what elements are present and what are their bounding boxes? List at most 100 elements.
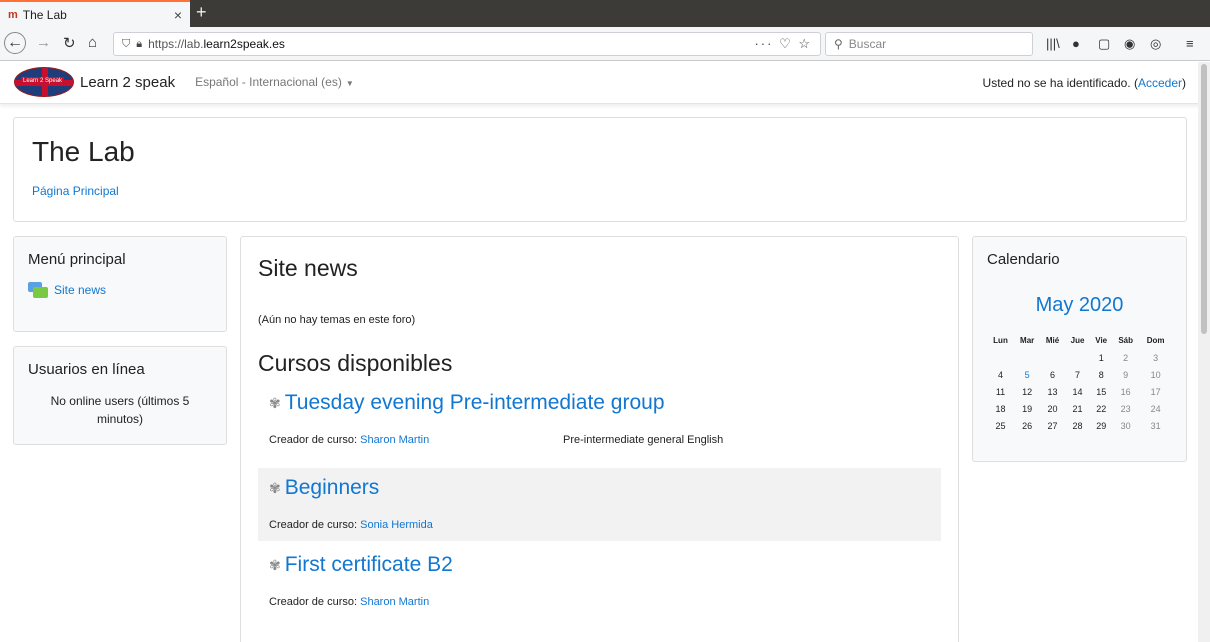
language-selector[interactable]: Español - Internacional (es) ▼ — [195, 75, 354, 89]
site-brand-link[interactable]: Learn 2 speak — [80, 74, 175, 91]
course-title: ✾ First certificate B2 — [269, 553, 930, 577]
search-bar[interactable]: ⚲ Buscar — [825, 32, 1033, 56]
online-users-block: Usuarios en línea No online users (últim… — [13, 346, 227, 445]
calendar-day: 1 — [1098, 352, 1104, 363]
main-menu-block: Menú principal Site news — [13, 236, 227, 332]
calendar-day-header: Mié — [1045, 336, 1060, 345]
login-link[interactable]: Acceder — [1138, 76, 1182, 90]
calendar-day — [987, 349, 1014, 366]
calendar-day: 10 — [1150, 369, 1161, 380]
calendar-day: 27 — [1047, 420, 1058, 431]
forward-icon[interactable]: → — [36, 34, 51, 51]
calendar-day: 12 — [1022, 386, 1033, 397]
calendar-week: 11 12 13 14 15 16 17 — [987, 383, 1172, 400]
calendar-day: 24 — [1150, 403, 1161, 414]
creator-link[interactable]: Sharon Martin — [360, 596, 429, 608]
forum-icon — [28, 282, 48, 298]
calendar-day — [1040, 349, 1065, 366]
course-summary: Pre-intermediate general English — [563, 434, 724, 446]
calendar-day-header: Dom — [1146, 336, 1165, 345]
calendar-day-header: Jue — [1070, 336, 1085, 345]
home-icon[interactable]: ⌂ — [88, 34, 97, 51]
main-content: Site news (Aún no hay temas en este foro… — [240, 236, 959, 642]
menu-icon[interactable]: ≡ — [1186, 36, 1194, 51]
login-text: Usted no se ha identificado. ( — [982, 76, 1138, 90]
calendar-day: 16 — [1120, 386, 1131, 397]
new-tab-icon[interactable]: + — [196, 2, 207, 23]
no-topics-text: (Aún no hay temas en este foro) — [258, 314, 416, 326]
calendar-day: 2 — [1123, 352, 1129, 363]
page-scrollbar[interactable] — [1198, 62, 1210, 642]
calendar-day — [1065, 349, 1090, 366]
course-link[interactable]: Beginners — [285, 476, 380, 500]
menu-item-site-news[interactable]: Site news — [28, 282, 212, 298]
url-prefix: https://lab. — [148, 37, 204, 51]
url-bar[interactable]: ⛉ 🔒︎ https://lab. learn2speak .es ··· ♡ ☆ — [113, 32, 821, 56]
calendar-day: 29 — [1096, 420, 1107, 431]
calendar-title: Calendario — [987, 251, 1060, 268]
calendar-day: 23 — [1120, 403, 1131, 414]
calendar-day: 14 — [1072, 386, 1083, 397]
calendar-day: 20 — [1047, 403, 1058, 414]
scrollbar-thumb[interactable] — [1201, 64, 1207, 334]
calendar-day: 6 — [1050, 369, 1056, 380]
browser-tab-bar: m The Lab × + — [0, 0, 1210, 27]
login-info: Usted no se ha identificado. (Acceder) — [983, 76, 1186, 90]
calendar-table: Lun Mar Mié Jue Vie Sáb Dom 1 2 3 4 5 6 7 8 9 10 11 12 13 1… — [987, 335, 1172, 434]
course-title: ✾ Beginners — [269, 476, 930, 500]
library-icon[interactable]: |||\ — [1046, 36, 1060, 51]
courses-heading: Cursos disponibles — [258, 350, 453, 376]
breadcrumb-home[interactable]: Página Principal — [32, 184, 1168, 198]
caret-down-icon: ▼ — [345, 79, 354, 88]
calendar-block: Calendario May 2020 Lun Mar Mié Jue Vie Sáb Do… — [972, 236, 1187, 462]
sidebar-icon[interactable]: ▢ — [1098, 36, 1110, 52]
moodle-favicon-icon: m — [8, 8, 18, 21]
creator-label: Creador de curso: — [269, 519, 361, 531]
reload-icon[interactable]: ↻ — [63, 34, 76, 52]
page-actions-icons[interactable]: ··· ♡ ☆ — [754, 36, 812, 52]
course-title: ✾ Tuesday evening Pre-intermediate group — [269, 391, 930, 415]
page-header: The Lab Página Principal — [13, 117, 1187, 222]
extension-icon[interactable]: ● — [1072, 36, 1080, 51]
creator-link[interactable]: Sharon Martin — [360, 434, 429, 446]
calendar-week: 25 26 27 28 29 30 31 — [987, 417, 1172, 434]
tab-title: The Lab — [22, 7, 67, 22]
calendar-week: 1 2 3 — [987, 349, 1172, 366]
back-icon[interactable]: ← — [4, 32, 26, 54]
course-creator: Creador de curso: Sonia Hermida — [269, 519, 563, 531]
course-meta: Creador de curso: Sharon Martin — [269, 596, 930, 608]
creator-link[interactable]: Sonia Hermida — [360, 519, 433, 531]
course-link[interactable]: First certificate B2 — [285, 553, 453, 577]
course-link[interactable]: Tuesday evening Pre-intermediate group — [285, 391, 665, 415]
calendar-day: 21 — [1072, 403, 1083, 414]
calendar-day: 8 — [1098, 369, 1104, 380]
course-creator: Creador de curso: Sharon Martin — [269, 434, 563, 446]
calendar-day: 15 — [1096, 386, 1107, 397]
site-news-heading: Site news — [258, 255, 358, 281]
calendar-day-header: Lun — [993, 336, 1008, 345]
close-tab-icon[interactable]: × — [174, 7, 182, 23]
url-host: learn2speak — [203, 37, 269, 51]
calendar-day-header: Vie — [1095, 336, 1108, 345]
calendar-day: 22 — [1096, 403, 1107, 414]
creator-label: Creador de curso: — [269, 596, 361, 608]
main-menu-title: Menú principal — [28, 251, 126, 268]
calendar-day — [1014, 349, 1040, 366]
shield-icon[interactable]: ⛉ — [122, 38, 130, 51]
online-users-title: Usuarios en línea — [28, 361, 145, 378]
search-placeholder: Buscar — [848, 37, 887, 51]
course-icon: ✾ — [269, 394, 281, 411]
pocket-icon[interactable]: ◎ — [1150, 36, 1161, 52]
calendar-month[interactable]: May 2020 — [987, 294, 1172, 317]
calendar-day: 19 — [1022, 403, 1033, 414]
menu-item-label[interactable]: Site news — [54, 283, 106, 297]
account-icon[interactable]: ◉ — [1124, 36, 1135, 52]
site-logo[interactable]: Learn 2 Speak — [14, 67, 74, 97]
calendar-day: 17 — [1150, 386, 1161, 397]
course-icon: ✾ — [269, 479, 281, 496]
calendar-day[interactable]: 5 — [1014, 366, 1040, 383]
lock-icon[interactable]: 🔒︎ — [136, 38, 142, 51]
search-icon: ⚲ — [834, 37, 843, 51]
calendar-day: 3 — [1153, 352, 1159, 363]
browser-tab[interactable]: m The Lab × — [0, 0, 190, 27]
